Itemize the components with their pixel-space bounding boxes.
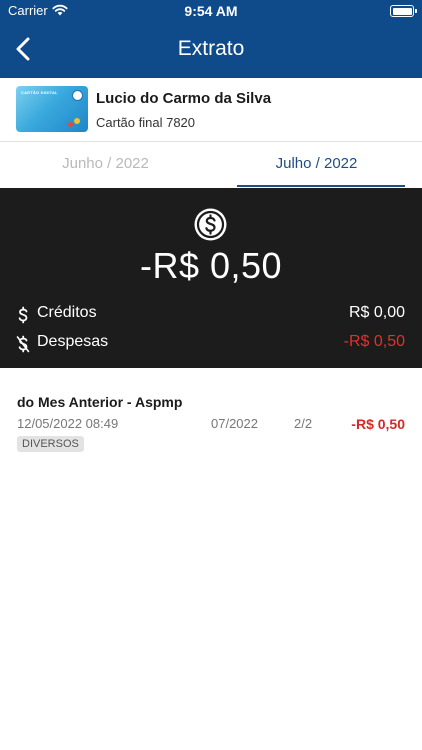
balance-value: -R$ 0,50 [139, 245, 283, 286]
transaction-installment: 2/2 [294, 416, 313, 431]
transaction-amount: -R$ 0,50 [351, 416, 405, 432]
expenses-label: Despesas [37, 333, 109, 350]
dollar-icon [18, 306, 28, 324]
transaction-item[interactable]: do Mes Anterior - Aspmp 12/05/2022 08:49… [0, 388, 422, 468]
card-thumbnail: CARTÃO DIGITAL [16, 86, 88, 132]
balance-summary: -R$ 0,50 Créditos R$ 0,00 Despesas -R$ 0… [0, 188, 422, 368]
credits-value: R$ 0,00 [348, 304, 405, 321]
expenses-value: -R$ 0,50 [343, 333, 405, 350]
card-thumbnail-label: CARTÃO DIGITAL [21, 90, 58, 95]
tab-current-month[interactable]: Julho / 2022 [211, 142, 422, 188]
tab-selected-indicator [237, 185, 405, 187]
card-decoration [74, 118, 80, 124]
transaction-description: do Mes Anterior - Aspmp [17, 394, 183, 410]
tab-previous-month[interactable]: Junho / 2022 [0, 142, 211, 188]
card-seal-icon [72, 90, 83, 101]
status-time: 9:54 AM [184, 3, 238, 19]
page-title: Extrato [177, 37, 245, 60]
card-number-label: Cartão final 7820 [96, 115, 196, 130]
credits-label: Créditos [37, 304, 97, 321]
transaction-datetime: 12/05/2022 08:49 [17, 416, 119, 431]
dollar-circle-icon [194, 208, 227, 241]
card-info: CARTÃO DIGITAL Lucio do Carmo da Silva C… [0, 78, 422, 142]
navigation-bar: Carrier 9:54 AM Extrato [0, 0, 422, 78]
card-decoration [68, 122, 73, 127]
card-holder-name: Lucio do Carmo da Silva [96, 90, 272, 107]
transaction-reference: 07/2022 [211, 416, 258, 431]
transaction-category-badge: DIVERSOS [17, 436, 84, 452]
battery-icon [390, 5, 417, 17]
month-tabs: Junho / 2022 Julho / 2022 [0, 142, 422, 188]
dollar-off-icon [16, 335, 30, 353]
status-bar: Carrier 9:54 AM [0, 0, 422, 24]
